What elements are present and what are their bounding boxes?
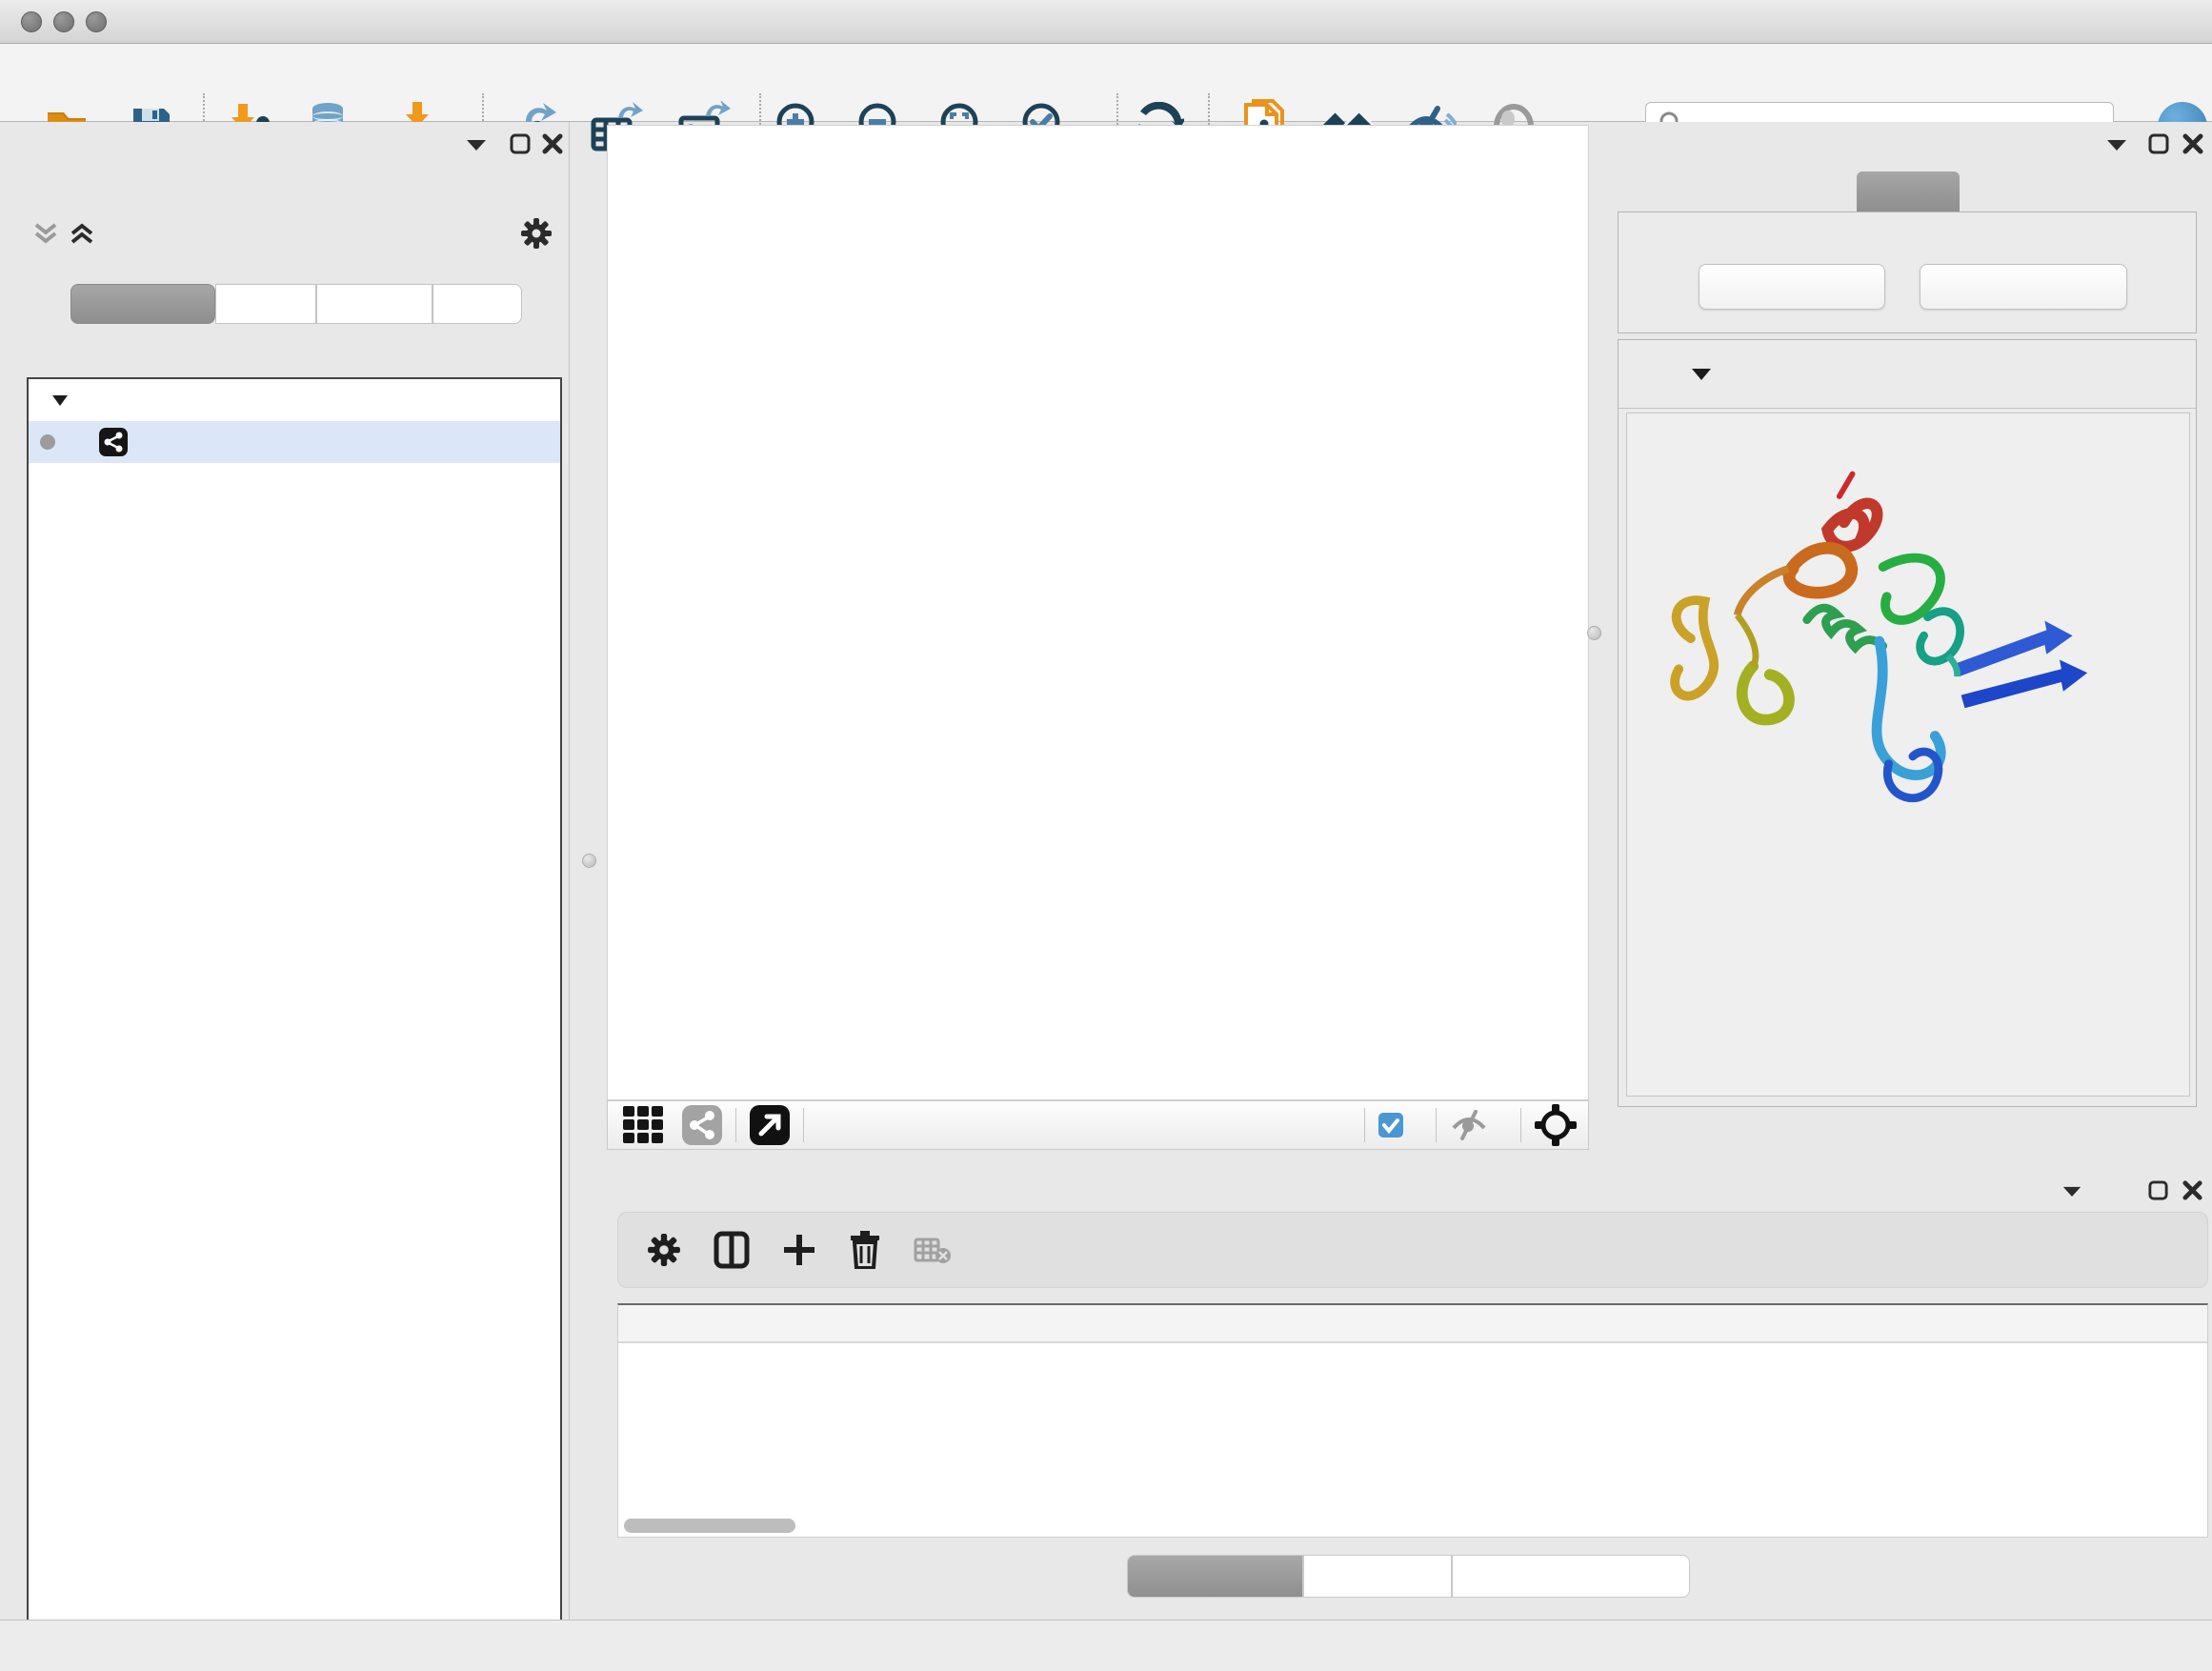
- tab-network[interactable]: [70, 284, 215, 324]
- tab-edge-table[interactable]: [1303, 1555, 1452, 1598]
- show-columns-icon[interactable]: [714, 1231, 750, 1269]
- toolbar-separator: [1436, 1108, 1437, 1142]
- close-panel-icon[interactable]: [541, 132, 564, 155]
- table-header-row: [618, 1305, 2207, 1343]
- protein-structure-image: [1646, 457, 2172, 829]
- tree-expand-icon[interactable]: [51, 393, 69, 407]
- table-toolbar: [617, 1212, 2208, 1288]
- minimize-window-button[interactable]: [53, 11, 74, 32]
- node-table: [617, 1303, 2208, 1538]
- hidden-eye-icon[interactable]: [1450, 1109, 1488, 1141]
- status-bar: [0, 1620, 2212, 1671]
- control-panel: [0, 122, 570, 1620]
- right-splitter-handle[interactable]: [1587, 626, 1601, 640]
- close-window-button[interactable]: [21, 11, 42, 32]
- add-column-icon[interactable]: [782, 1233, 816, 1267]
- gene-header-row[interactable]: [1619, 340, 2196, 409]
- tab-network-table[interactable]: [1452, 1555, 1690, 1598]
- collapse-all-icon[interactable]: [32, 221, 59, 246]
- birds-eye-view-icon[interactable]: [1535, 1104, 1577, 1146]
- main-toolbar: [0, 44, 2212, 122]
- gene-results-box: [1618, 339, 2197, 1107]
- tab-style[interactable]: [215, 284, 316, 324]
- crosslinks-list: [1688, 865, 2183, 1084]
- results-actions-box: [1618, 211, 2197, 333]
- toolbar-separator: [1520, 1108, 1521, 1142]
- expand-all-icon[interactable]: [69, 221, 95, 246]
- toolbar-separator: [803, 1108, 804, 1142]
- float-panel-icon[interactable]: [2147, 132, 2170, 155]
- network-options-gear-icon[interactable]: [520, 217, 553, 250]
- gene-detail-card: [1626, 413, 2190, 1097]
- tab-string[interactable]: [1857, 171, 1960, 212]
- zoom-window-button[interactable]: [86, 11, 107, 32]
- network-view-toolbar: [607, 1100, 1589, 1150]
- open-in-new-window-icon[interactable]: [750, 1105, 790, 1145]
- network-graph: [608, 126, 1588, 1099]
- network-view-share-icon[interactable]: [682, 1105, 722, 1145]
- float-panel-icon[interactable]: [509, 132, 532, 155]
- tab-sets[interactable]: [432, 284, 522, 324]
- float-panel-icon[interactable]: [2147, 1179, 2169, 1201]
- table-horizontal-scrollbar[interactable]: [624, 1519, 795, 1533]
- network-row[interactable]: [29, 421, 560, 463]
- delete-column-trash-icon[interactable]: [849, 1231, 881, 1269]
- expand-all-button[interactable]: [1699, 264, 1885, 310]
- gene-collapse-icon[interactable]: [1691, 367, 1712, 382]
- toolbar-separator: [735, 1108, 736, 1142]
- left-splitter-handle[interactable]: [582, 854, 596, 868]
- tab-select[interactable]: [316, 284, 432, 324]
- network-collection-row[interactable]: [29, 379, 560, 421]
- panel-menu-icon[interactable]: [2105, 137, 2128, 152]
- network-share-icon: [99, 428, 128, 456]
- grid-view-icon[interactable]: [621, 1102, 667, 1148]
- tab-node-table[interactable]: [1127, 1555, 1303, 1598]
- collapse-all-button[interactable]: [1920, 264, 2127, 310]
- close-panel-icon[interactable]: [2182, 132, 2204, 155]
- network-tree: [27, 377, 562, 1671]
- selected-checkbox-icon[interactable]: [1378, 1113, 1403, 1137]
- panel-menu-icon[interactable]: [2061, 1184, 2082, 1198]
- network-canvas[interactable]: [607, 125, 1589, 1100]
- title-bar: [0, 0, 2212, 44]
- table-settings-gear-icon[interactable]: [647, 1233, 681, 1267]
- close-panel-icon[interactable]: [2182, 1179, 2203, 1201]
- current-network-indicator: [40, 434, 55, 450]
- delete-table-icon: [914, 1236, 952, 1264]
- toolbar-separator: [1364, 1108, 1365, 1142]
- panel-menu-icon[interactable]: [465, 137, 488, 152]
